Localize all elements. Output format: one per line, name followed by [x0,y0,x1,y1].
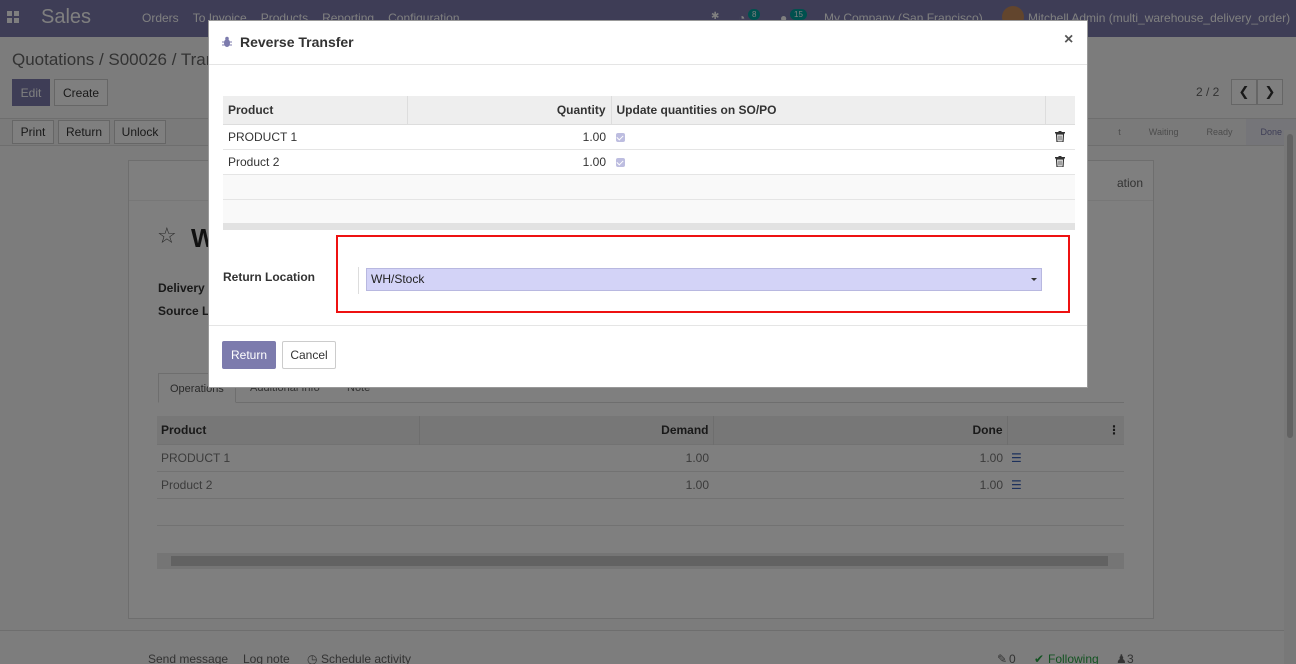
return-lines-table: Product Quantity Update quantities on SO… [223,96,1075,225]
delete-row-button[interactable] [1045,124,1075,150]
dialog-title: Reverse Transfer [240,34,354,50]
field-separator [358,267,359,294]
return-location-label: Return Location [223,270,315,284]
close-icon[interactable]: × [1064,31,1073,49]
reverse-transfer-dialog: Reverse Transfer × Product Quantity Upda… [208,20,1088,388]
dialog-footer: Return Cancel [209,325,1087,388]
trash-icon [1055,130,1065,142]
cell-product[interactable]: PRODUCT 1 [223,124,407,150]
dialog-header: Reverse Transfer × [209,21,1087,65]
cell-product[interactable]: Product 2 [223,149,407,175]
update-quantities-checkbox[interactable] [616,132,625,142]
column-header-product[interactable]: Product [223,96,407,125]
trash-icon [1055,155,1065,167]
dialog-horizontal-scrollbar[interactable] [223,223,1075,230]
delete-row-button[interactable] [1045,149,1075,175]
column-header-actions [1044,96,1075,125]
table-row-empty [223,174,1075,200]
caret-down-icon [1031,278,1037,281]
bug-icon [222,36,232,47]
cell-update-quantities [611,149,1045,175]
cell-update-quantities [611,124,1045,150]
cell-quantity[interactable]: 1.00 [407,124,611,150]
return-button[interactable]: Return [222,341,276,369]
return-location-select[interactable]: WH/Stock [366,268,1042,291]
column-header-quantity[interactable]: Quantity [406,96,611,125]
cell-quantity[interactable]: 1.00 [407,149,611,175]
table-row[interactable]: PRODUCT 1 1.00 [223,124,1075,150]
table-row[interactable]: Product 2 1.00 [223,149,1075,175]
update-quantities-checkbox[interactable] [616,157,625,167]
table-row-empty [223,199,1075,225]
return-location-value: WH/Stock [371,272,425,286]
column-header-update-quantities[interactable]: Update quantities on SO/PO [610,96,1045,125]
cancel-button[interactable]: Cancel [282,341,336,369]
